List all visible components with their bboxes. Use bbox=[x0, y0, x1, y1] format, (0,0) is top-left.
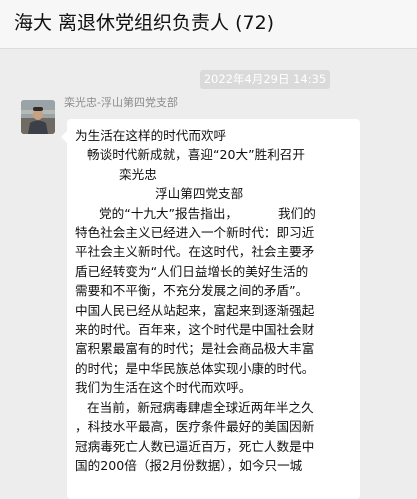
message-bubble[interactable]: 为生活在这样的时代而欢呼 畅谈时代新成就，喜迎“20大”胜利召开 栾光忠 浮山第… bbox=[61, 119, 360, 499]
avatar-photo-icon bbox=[21, 100, 55, 134]
message-line: 党的“十九大”报告指出， 我们的 bbox=[75, 205, 316, 221]
message-line: 浮山第四党支部 bbox=[75, 186, 244, 202]
message-line: 富积累最富有的时代；是社会商品极大丰富 bbox=[75, 341, 315, 357]
chat-title: 海大 离退休党组织负责人 (72) bbox=[14, 12, 275, 34]
message-line: 需要和不平衡，不充分发展之间的矛盾”。 bbox=[75, 283, 309, 299]
message-line: 在当前，新冠病毒肆虐全球近两年半之久 bbox=[75, 399, 314, 415]
message-line: 畅谈时代新成就，喜迎“20大”胜利召开 bbox=[75, 147, 305, 163]
message-line: ，科技水平最高，医疗条件最好的美国因新 bbox=[75, 419, 315, 435]
message-text: 为生活在这样的时代而欢呼 畅谈时代新成就，喜迎“20大”胜利召开 栾光忠 浮山第… bbox=[75, 126, 360, 475]
message-line: 为生活在这样的时代而欢呼 bbox=[75, 128, 227, 143]
title-divider bbox=[0, 48, 417, 49]
bubble-arrow bbox=[61, 131, 67, 143]
message-line: 平社会主义新时代。在这时代，社会主要矛 bbox=[75, 244, 315, 260]
message-line: 来的时代。百年来，这个时代是中国社会财 bbox=[75, 322, 315, 338]
message-line: 我们为生活在这个时代而欢呼。 bbox=[75, 380, 252, 396]
message-line: 国的200倍（报2月份数据），如今只一城 bbox=[75, 457, 303, 473]
message-line: 栾光忠 bbox=[75, 166, 157, 182]
message-sender-name: 栾光忠-浮山第四党支部 bbox=[64, 96, 178, 109]
chat-title-bar: 海大 离退休党组织负责人 (72) bbox=[0, 0, 417, 48]
message-line: 冠病毒死亡人数已逼近百万，死亡人数是中 bbox=[75, 438, 315, 454]
message-timestamp: 2022年4月29日 14:35 bbox=[200, 70, 330, 89]
message-line: 中国人民已经从站起来，富起来到逐渐强起 bbox=[75, 302, 315, 318]
message-line: 盾已经转变为“人们日益增长的美好生活的 bbox=[75, 263, 309, 279]
message-line: 特色社会主义已经进入一个新时代：即习近 bbox=[75, 225, 315, 241]
sender-avatar[interactable] bbox=[21, 100, 55, 134]
message-line: 的时代；是中华民族总体实现小康的时代。 bbox=[75, 360, 315, 376]
